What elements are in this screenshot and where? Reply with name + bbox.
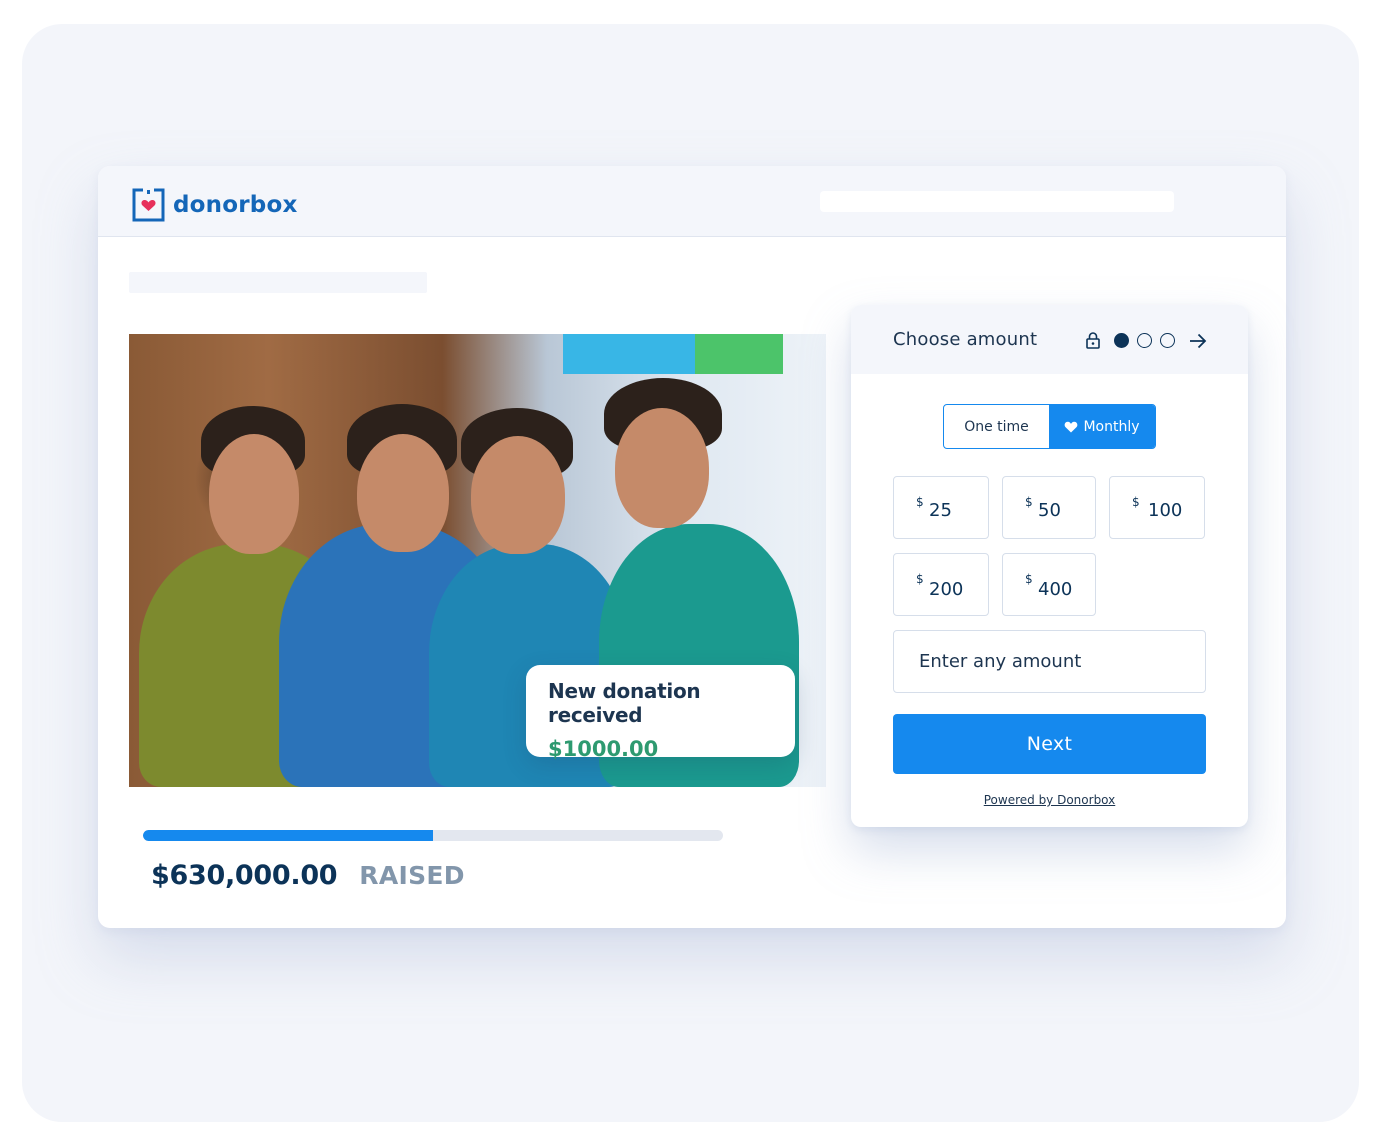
photo-face-1	[209, 434, 299, 554]
donorbox-logo-text: donorbox	[173, 192, 298, 218]
photo-face-2	[357, 434, 449, 552]
amount-option-100[interactable]: $ 100	[1109, 476, 1205, 539]
amount-option-200[interactable]: $ 200	[893, 553, 989, 616]
campaign-title-placeholder	[129, 272, 427, 293]
lock-icon	[1086, 332, 1100, 349]
step-dot-2	[1137, 333, 1152, 348]
photo-face-4	[615, 408, 709, 528]
header-placeholder-bar	[820, 191, 1174, 212]
progress-fill	[143, 830, 433, 841]
heart-icon	[1065, 421, 1078, 432]
toast-amount: $1000.00	[548, 737, 659, 761]
frequency-monthly[interactable]: Monthly	[1049, 405, 1155, 448]
form-title: Choose amount	[893, 329, 1038, 350]
step-dot-3	[1160, 333, 1175, 348]
frequency-toggle: One time Monthly	[943, 404, 1156, 449]
raised-amount: $630,000.00	[151, 860, 338, 891]
frequency-monthly-label: Monthly	[1083, 418, 1140, 435]
amount-value: 50	[1038, 500, 1061, 521]
currency-symbol: $	[916, 495, 924, 509]
donation-form-header: Choose amount	[851, 305, 1248, 374]
amount-value: 200	[929, 579, 964, 600]
amount-value: 400	[1038, 579, 1073, 600]
donorbox-logo-icon	[132, 188, 165, 222]
frequency-one-time-label: One time	[964, 418, 1029, 435]
photo-sign-green	[695, 334, 783, 374]
amount-value: 100	[1148, 500, 1183, 521]
photo-face-3	[471, 436, 565, 554]
donorbox-logo[interactable]: donorbox	[132, 188, 297, 222]
amount-option-25[interactable]: $ 25	[893, 476, 989, 539]
currency-symbol: $	[1132, 495, 1140, 509]
step-dot-1	[1114, 333, 1129, 348]
toast-title: New donation received	[548, 679, 701, 727]
currency-symbol: $	[916, 572, 924, 586]
fundraising-progress-bar	[143, 830, 723, 841]
donation-toast: New donation received $1000.00	[526, 665, 795, 761]
raised-label: RAISED	[359, 861, 465, 890]
powered-by-link[interactable]: Powered by Donorbox	[851, 793, 1248, 807]
arrow-right-icon[interactable]	[1189, 333, 1207, 349]
step-indicator	[1086, 332, 1207, 349]
site-header: donorbox	[98, 166, 1286, 237]
amount-option-400[interactable]: $ 400	[1002, 553, 1096, 616]
frequency-one-time[interactable]: One time	[944, 405, 1049, 448]
currency-symbol: $	[1025, 495, 1033, 509]
next-button[interactable]: Next	[893, 714, 1206, 774]
browser-window: donorbox New donation received $1000.00 …	[98, 166, 1286, 928]
raised-summary: $630,000.00 RAISED	[151, 860, 465, 891]
custom-amount-input[interactable]	[893, 630, 1206, 693]
amount-option-50[interactable]: $ 50	[1002, 476, 1096, 539]
donation-form: Choose amount One time Monthly $ 25 $ 50…	[851, 305, 1248, 827]
currency-symbol: $	[1025, 572, 1033, 586]
amount-value: 25	[929, 500, 952, 521]
photo-sign-blue	[563, 334, 695, 374]
